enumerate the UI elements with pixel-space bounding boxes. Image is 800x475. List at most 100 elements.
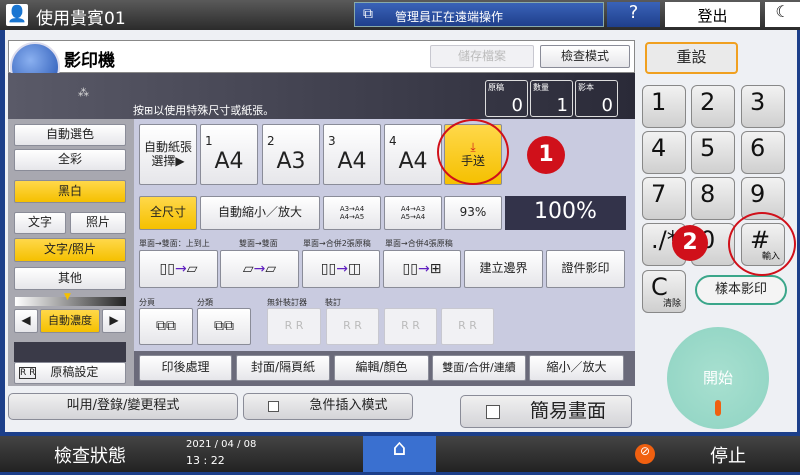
full-color-button[interactable]: 全彩 [14,149,126,171]
hint-text: 按⊞以使用特殊尺寸或紙張。 [133,104,275,117]
time-display: 13 : 22 [186,454,225,467]
user-icon: 👤 [6,4,28,26]
counter-quantity: 數量 1 [530,80,573,117]
stack-icon: ⧉⧉ [214,318,234,335]
tab-duplex-combine[interactable]: 雙面/合併/連續 [432,355,526,381]
interrupt-mode-button[interactable]: 急件插入模式 [243,393,413,420]
annotation-circle-enter [728,212,796,276]
stack-label: 分類 [197,298,213,307]
tray-2-button[interactable]: 2 A3 [262,124,320,185]
auto-reduce-enlarge-button[interactable]: 自動縮小／放大 [200,196,320,230]
staple-left-button[interactable]: R R [384,308,437,345]
ratio-93-button[interactable]: 93% [444,196,502,230]
create-margin-button[interactable]: 建立邊界 [464,250,543,288]
a3-to-a4-button[interactable]: A3→A4 A4→A5 [323,196,381,230]
other-button[interactable]: 其他 [14,267,126,290]
duplex-label-3: 單面→合併2張原稿 [303,239,371,248]
clear-key[interactable]: C 清除 [642,270,686,313]
tab-cover-slip[interactable]: 封面/隔頁紙 [236,355,330,381]
remote-banner[interactable]: ⧉ 管理員正在遠端操作 [354,2,604,27]
auto-paper-select-button[interactable]: 自動紙張 選擇▶ [139,124,197,185]
duplex-label-2: 雙面→雙面 [239,239,278,248]
start-indicator [715,400,721,416]
date-display: 2021 / 04 / 08 [186,439,257,450]
staple-double-button[interactable]: R R [441,308,494,345]
key-1[interactable]: 1 [642,85,686,128]
staple-top-button[interactable]: R R [326,308,379,345]
simple-screen-checkbox[interactable] [485,404,500,419]
interrupt-checkbox[interactable] [268,401,280,412]
annotation-badge-2: 2 [672,225,708,261]
full-size-button[interactable]: 全尺寸 [139,196,197,230]
help-button[interactable]: ? [607,2,660,27]
save-file-button[interactable]: 儲存檔案 [430,45,534,68]
tab-edit-color[interactable]: 編輯/顏色 [334,355,429,381]
key-8[interactable]: 8 [691,177,735,220]
text-photo-button[interactable]: 文字/照片 [14,238,126,262]
logout-button[interactable]: 登出 [665,2,760,27]
staple-free-button[interactable]: R R [267,308,321,345]
key-3[interactable]: 3 [741,85,785,128]
simple-screen-button[interactable]: 簡易畫面 [460,395,632,428]
duplex-icon: ▱→▱ [242,260,277,277]
home-button[interactable]: ⌂ [363,436,436,472]
check-status-button[interactable]: 檢查狀態 [0,436,180,472]
tab-finishing[interactable]: 印後處理 [139,355,232,381]
one-sided-to-two-sided-button[interactable]: ▯▯→▱ [139,250,218,288]
tray-4-button[interactable]: 4 A4 [384,124,442,185]
annotation-circle-bypass [437,119,509,185]
current-ratio-display: 100% [505,196,626,230]
original-settings-button[interactable]: R R 原稿設定 [14,362,126,384]
staple-label: 裝訂 [325,298,341,307]
black-white-button[interactable]: 黑白 [14,180,126,203]
sample-copy-button[interactable]: 樣本影印 [695,275,787,305]
staple-free-label: 無針裝訂器 [267,298,307,307]
text-button[interactable]: 文字 [14,212,66,234]
two-sided-to-two-sided-button[interactable]: ▱→▱ [220,250,299,288]
density-darker-button[interactable]: ▶ [102,309,126,333]
original-orientation-icon: R R [19,366,37,380]
key-6[interactable]: 6 [741,131,785,174]
copier-title: 影印機 [64,51,115,71]
combine-4-button[interactable]: ▯▯→⊞ [383,250,461,288]
counter-copies: 影本 0 [575,80,618,117]
duplex-label-1: 單面→雙面：上到上 [139,239,210,248]
key-2[interactable]: 2 [691,85,735,128]
tab-reduce-enlarge[interactable]: 縮小／放大 [529,355,624,381]
stop-button[interactable]: ⊘ 停止 [620,436,800,472]
auto-color-button[interactable]: 自動選色 [14,124,126,146]
density-lighter-button[interactable]: ◀ [14,309,38,333]
key-5[interactable]: 5 [691,131,735,174]
reset-button[interactable]: 重設 [645,42,738,74]
stop-icon: ⊘ [635,444,655,464]
energy-saver-icon[interactable]: ☾ [765,2,800,27]
special-size-icon: ⁂ [78,86,89,99]
user-name: 使用貴賓01 [36,9,126,29]
top-bar: 👤 使用貴賓01 ⧉ 管理員正在遠端操作 ? 登出 ☾ [0,0,800,30]
duplex-label-4: 單面→合併4張原稿 [385,239,453,248]
sort-label: 分頁 [139,298,155,307]
remote-icon: ⧉ [363,6,373,22]
id-card-copy-button[interactable]: 證件影印 [546,250,625,288]
auto-density-button[interactable]: 自動濃度 [40,309,100,333]
start-button[interactable]: 開始 [667,327,769,429]
photo-button[interactable]: 照片 [70,212,126,234]
combine-2-icon: ▯▯→◫ [320,260,362,277]
home-icon: ⌂ [392,436,407,461]
combine-2-button[interactable]: ▯▯→◫ [302,250,380,288]
stack-button[interactable]: ⧉⧉ [197,308,251,345]
key-7[interactable]: 7 [642,177,686,220]
combine-4-icon: ▯▯→⊞ [402,260,442,277]
sort-button[interactable]: ⧉⧉ [139,308,193,345]
tray-1-button[interactable]: 1 A4 [200,124,258,185]
original-preview [14,342,126,362]
key-4[interactable]: 4 [642,131,686,174]
tray-3-button[interactable]: 3 A4 [323,124,381,185]
density-marker-icon: ▼ [64,292,71,302]
program-button[interactable]: 叫用/登錄/變更程式 [8,393,238,420]
annotation-badge-1: 1 [527,136,565,174]
a4-to-a3-button[interactable]: A4→A3 A5→A4 [384,196,442,230]
sort-icon: ⧉⧉ [156,318,176,335]
counter-originals: 原稿 0 [485,80,528,117]
check-mode-button[interactable]: 檢查模式 [540,45,630,68]
